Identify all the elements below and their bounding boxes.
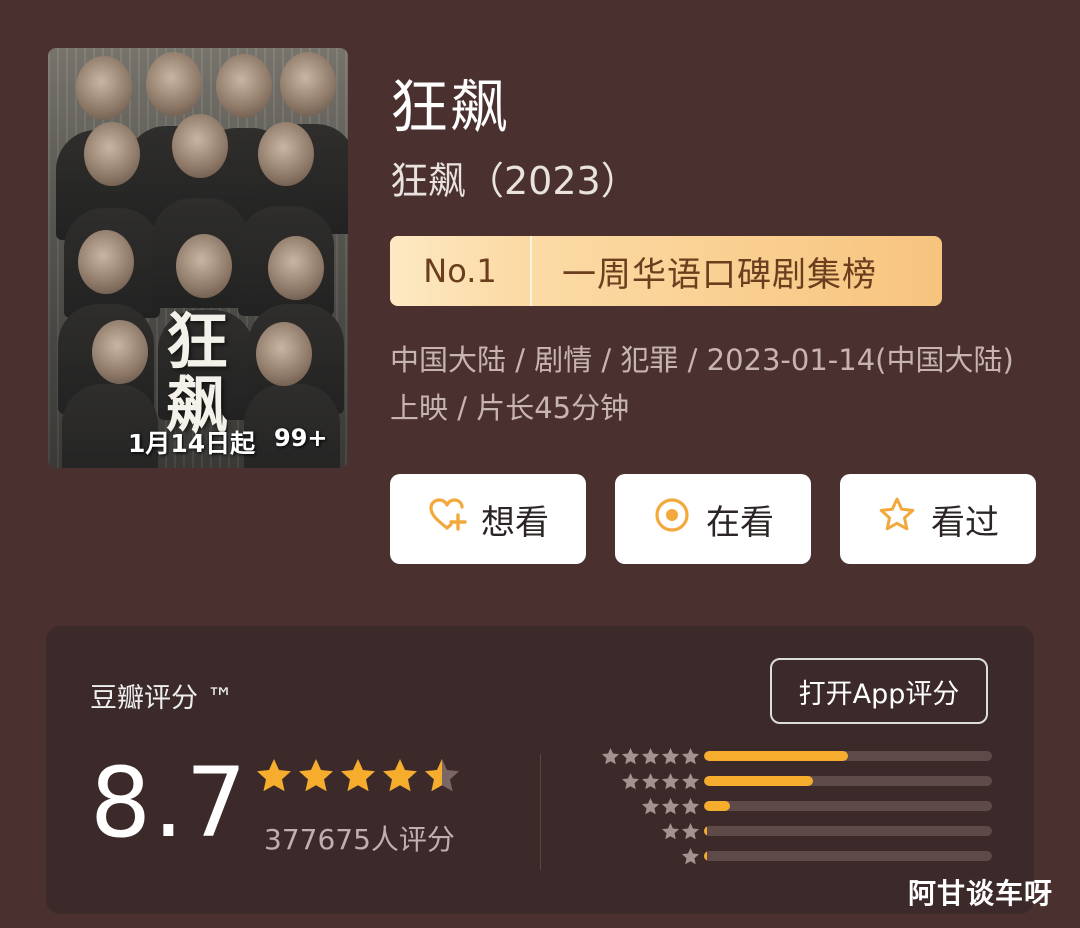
poster-face <box>258 122 314 186</box>
distribution-row-2-star <box>580 819 1000 843</box>
watching-label: 在看 <box>706 502 774 543</box>
distribution-track <box>704 801 992 811</box>
star-outline-icon <box>877 495 917 544</box>
star-full-icon <box>257 759 291 792</box>
poster-face <box>172 114 228 178</box>
distribution-stars <box>681 844 700 868</box>
drama-meta-info: 中国大陆 / 剧情 / 犯罪 / 2023-01-14(中国大陆)上映 / 片长… <box>390 343 1014 425</box>
poster-face <box>216 54 272 118</box>
open-app-rate-button[interactable]: 打开App评分 <box>770 658 988 724</box>
poster-face <box>76 56 132 120</box>
distribution-stars <box>641 794 700 818</box>
distribution-stars <box>661 819 700 843</box>
rating-vote-count: 377675人评分 <box>264 823 455 856</box>
watching-button[interactable]: 在看 <box>615 474 811 564</box>
distribution-fill <box>704 826 707 836</box>
star-small-icon <box>621 747 640 764</box>
douban-rating-label: 豆瓣评分 ™ <box>90 683 234 714</box>
distribution-track <box>704 826 992 836</box>
distribution-row-4-star <box>580 769 1000 793</box>
poster-face <box>146 52 202 116</box>
drama-title: 狂飙 <box>390 73 511 141</box>
poster-face <box>176 234 232 298</box>
distribution-fill <box>704 751 848 761</box>
rank-number: No.1 <box>390 236 532 306</box>
distribution-row-1-star <box>580 844 1000 868</box>
star-small-icon <box>661 772 680 789</box>
star-small-icon <box>641 747 660 764</box>
star-full-icon <box>383 759 417 792</box>
watched-button[interactable]: 看过 <box>840 474 1036 564</box>
poster-image[interactable]: 狂飙 1月14日起 99+ <box>48 48 348 468</box>
star-full-icon <box>299 759 333 792</box>
star-small-icon <box>621 772 640 789</box>
distribution-fill <box>704 776 814 786</box>
poster-face <box>268 236 324 300</box>
star-small-icon <box>661 797 680 814</box>
star-small-icon <box>681 822 700 839</box>
poster-face <box>256 322 312 386</box>
poster-face <box>92 320 148 384</box>
star-small-icon <box>681 772 700 789</box>
heart-plus-icon <box>427 495 467 544</box>
distribution-track <box>704 776 992 786</box>
watermark: 阿甘谈车呀 <box>908 877 1054 910</box>
distribution-stars <box>621 769 700 793</box>
star-small-icon <box>681 797 700 814</box>
star-full-icon <box>341 759 375 792</box>
star-small-icon <box>661 822 680 839</box>
poster-face <box>84 122 140 186</box>
rank-list-name: 一周华语口碑剧集榜 <box>562 254 877 295</box>
distribution-stars <box>601 744 700 768</box>
distribution-row-3-star <box>580 794 1000 818</box>
want-to-watch-button[interactable]: 想看 <box>390 474 586 564</box>
star-small-icon <box>641 797 660 814</box>
want-to-watch-label: 想看 <box>481 502 549 543</box>
star-small-icon <box>681 747 700 764</box>
rating-stars <box>254 756 462 796</box>
watched-label: 看过 <box>931 502 999 543</box>
star-half-icon <box>425 759 459 792</box>
distribution-fill <box>704 801 730 811</box>
poster-face <box>78 230 134 294</box>
star-small-icon <box>681 847 700 864</box>
star-small-icon <box>661 747 680 764</box>
rating-panel: 豆瓣评分 ™ 打开App评分 8.7 377675人评分 <box>46 626 1034 914</box>
star-small-icon <box>601 747 620 764</box>
poster-face <box>280 52 336 116</box>
distribution-row-5-star <box>580 744 1000 768</box>
rank-badge[interactable]: No.1 一周华语口碑剧集榜 <box>390 236 942 306</box>
poster-date-label: 1月14日起 <box>128 429 256 458</box>
drama-subtitle: 狂飙（2023） <box>390 159 639 203</box>
target-icon <box>652 495 692 544</box>
panel-divider <box>540 754 541 870</box>
rating-score: 8.7 <box>90 747 249 859</box>
distribution-track <box>704 851 992 861</box>
poster-count-label: 99+ <box>274 424 328 452</box>
star-small-icon <box>641 772 660 789</box>
distribution-track <box>704 751 992 761</box>
distribution-fill <box>704 851 707 861</box>
poster-title-art: 狂飙 <box>166 305 228 442</box>
